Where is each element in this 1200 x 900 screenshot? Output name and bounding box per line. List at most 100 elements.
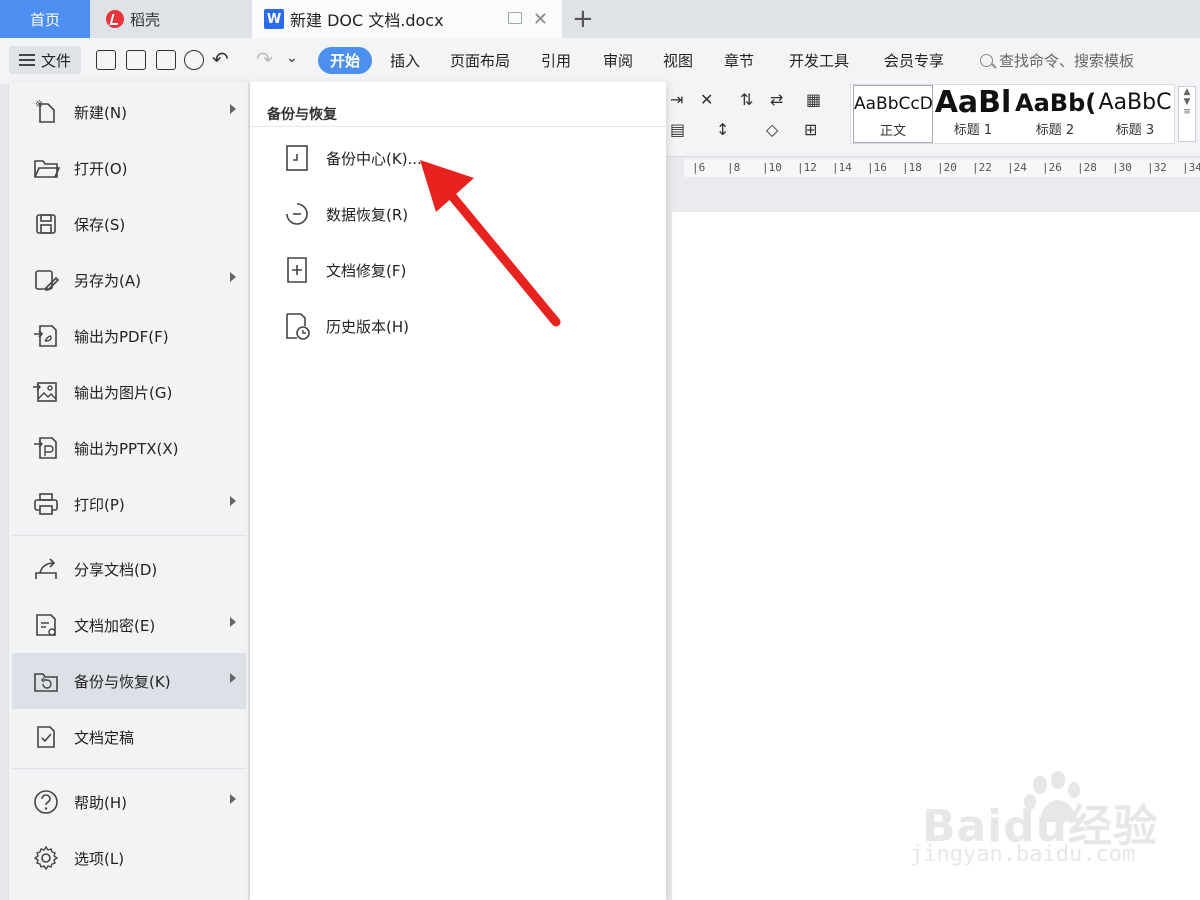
ribbon-menubar: 文件 ↶ ↷ ⌄ 开始 插入 页面布局 引用 审阅 视图 章节 开发工具 会员专… [0, 38, 1200, 84]
menu-item-export-pdf[interactable]: 输出为PDF(F) [12, 308, 246, 364]
quick-preview-icon[interactable] [184, 50, 204, 70]
menu-item-save-label: 保存(S) [74, 215, 126, 234]
text-direction-icon[interactable]: ⇅ [740, 90, 762, 109]
borders-icon[interactable]: ⊞ [804, 120, 826, 139]
tab-review[interactable]: 审阅 [603, 50, 633, 71]
menu-separator [12, 535, 246, 536]
folder-open-icon [32, 154, 61, 182]
submenu-arrow-icon [230, 673, 236, 683]
distributed-align-icon[interactable]: ▤ [670, 120, 692, 139]
menu-item-open[interactable]: 打开(O) [12, 140, 246, 196]
tab-home[interactable]: 首页 [0, 0, 90, 38]
menu-item-options[interactable]: 选项(L) [12, 830, 246, 886]
submenu-item-data-recovery[interactable]: 数据恢复(R) [282, 194, 408, 234]
style-heading3[interactable]: AaBbC 标题 3 [1095, 85, 1175, 143]
style-normal-name: 正文 [879, 124, 906, 139]
chinese-layout-icon[interactable]: ✕ [700, 90, 722, 109]
svg-text:※: ※ [35, 99, 43, 110]
submenu-item-history-version[interactable]: 历史版本(H) [282, 306, 409, 346]
tab-developer[interactable]: 开发工具 [789, 50, 849, 71]
ruler-number: |18 [902, 161, 922, 174]
quick-export-pdf-icon[interactable] [126, 50, 146, 70]
menu-item-help[interactable]: 帮助(H) [12, 774, 246, 830]
menu-item-finalize-label: 文档定稿 [74, 728, 135, 747]
menu-item-export-pptx-label: 输出为PPTX(X) [74, 439, 179, 458]
tab-view[interactable]: 视图 [663, 50, 693, 71]
menu-item-save[interactable]: 保存(S) [12, 196, 246, 252]
new-tab-button[interactable]: + [572, 4, 594, 34]
tab-member[interactable]: 会员专享 [884, 50, 944, 71]
file-menu-button[interactable]: 文件 [9, 46, 81, 74]
tab-home-label: 首页 [29, 10, 60, 29]
style-heading1[interactable]: AaBl 标题 1 [933, 85, 1013, 143]
menu-separator [12, 768, 246, 769]
style-heading1-name: 标题 1 [953, 123, 993, 138]
export-image-icon [32, 378, 60, 406]
indent-icon[interactable]: ⇥ [670, 90, 692, 109]
watermark-url: jingyan.baidu.com [910, 842, 1136, 867]
tab-docer-label: 稻壳 [130, 10, 161, 29]
submenu-item-data-recovery-label: 数据恢复(R) [326, 205, 409, 224]
search-icon [980, 54, 993, 67]
menu-item-help-label: 帮助(H) [74, 793, 127, 812]
menu-item-encrypt[interactable]: 文档加密(E) [12, 597, 246, 653]
tab-docer[interactable]: 稻壳 [92, 0, 248, 38]
baidu-watermark: Baidu经验 jingyan.baidu.com [900, 770, 1190, 890]
backup-restore-icon [32, 667, 60, 695]
menu-item-export-pptx[interactable]: 输出为PPTX(X) [12, 420, 246, 476]
tab-section[interactable]: 章节 [724, 50, 754, 71]
close-tab-icon[interactable]: ✕ [533, 9, 548, 30]
pin-window-icon[interactable] [508, 12, 522, 24]
save-icon [32, 210, 60, 238]
history-version-icon [282, 311, 312, 341]
command-search-placeholder: 查找命令、搜索模板 [999, 52, 1135, 70]
document-background [666, 178, 1200, 212]
menu-item-backup-restore[interactable]: 备份与恢复(K) [12, 653, 246, 709]
ruler-toggle-icon[interactable]: ▦ [806, 90, 828, 109]
ruler-scale: |6 |8 |10 |12 |14 |16 |18 |20 |22 |24 |26 |28 |30 |32… [684, 159, 1200, 177]
quick-print-icon[interactable] [156, 50, 176, 70]
style-heading2-name: 标题 2 [1035, 123, 1075, 138]
wps-writer-icon: W [264, 9, 284, 29]
menu-item-encrypt-label: 文档加密(E) [74, 616, 156, 635]
menu-item-export-image[interactable]: 输出为图片(G) [12, 364, 246, 420]
print-icon [32, 490, 60, 518]
ruler-number: |20 [937, 161, 957, 174]
ruler-number: |26 [1042, 161, 1062, 174]
redo-icon[interactable]: ↷ [256, 47, 273, 71]
submenu-item-backup-center[interactable]: 备份中心(K)... [282, 138, 422, 178]
menu-item-print[interactable]: 打印(P) [12, 476, 246, 532]
menu-item-save-as-label: 另存为(A) [74, 271, 141, 290]
styles-scroll-buttons[interactable]: ▲ ▼ ≡ [1178, 86, 1196, 142]
submenu-item-backup-center-label: 备份中心(K)... [326, 149, 422, 168]
backup-restore-submenu: 备份与恢复 备份中心(K)... 数据恢复(R) 文档修复(F) 历史版本(H) [250, 82, 666, 900]
quick-access-more-icon[interactable]: ⌄ [286, 50, 298, 66]
quick-save-icon[interactable] [96, 50, 116, 70]
style-heading2[interactable]: AaBb( 标题 2 [1015, 85, 1095, 143]
menu-item-save-as[interactable]: 另存为(A) [12, 252, 246, 308]
tab-page-layout[interactable]: 页面布局 [450, 50, 510, 71]
paragraph-order-icon[interactable]: ⇄ [770, 90, 792, 109]
encrypt-icon [32, 611, 60, 639]
tab-document[interactable]: W 新建 DOC 文档.docx ✕ [252, 0, 562, 38]
tab-start[interactable]: 开始 [318, 47, 373, 74]
doc-repair-icon [282, 255, 312, 285]
submenu-item-doc-repair[interactable]: 文档修复(F) [282, 250, 406, 290]
menu-item-export-pdf-label: 输出为PDF(F) [74, 327, 169, 346]
tab-insert[interactable]: 插入 [390, 50, 420, 71]
ruler-number: |10 [762, 161, 782, 174]
command-search[interactable]: 查找命令、搜索模板 [980, 50, 1134, 71]
style-normal[interactable]: AaBbCcDc 正文 [853, 85, 933, 143]
ruler-number: |34 [1182, 161, 1200, 174]
line-spacing-icon[interactable]: ↕ [716, 120, 738, 139]
new-doc-icon: ※ [32, 98, 60, 126]
submenu-item-history-version-label: 历史版本(H) [326, 317, 409, 336]
menu-item-share[interactable]: 分享文档(D) [12, 541, 246, 597]
shading-icon[interactable]: ◇ [766, 120, 788, 139]
tab-references[interactable]: 引用 [541, 50, 571, 71]
menu-item-finalize[interactable]: 文档定稿 [12, 709, 246, 765]
undo-icon[interactable]: ↶ [212, 47, 229, 71]
ruler-number: |28 [1077, 161, 1097, 174]
ruler-number: |22 [972, 161, 992, 174]
menu-item-new[interactable]: ※ 新建(N) [12, 84, 246, 140]
